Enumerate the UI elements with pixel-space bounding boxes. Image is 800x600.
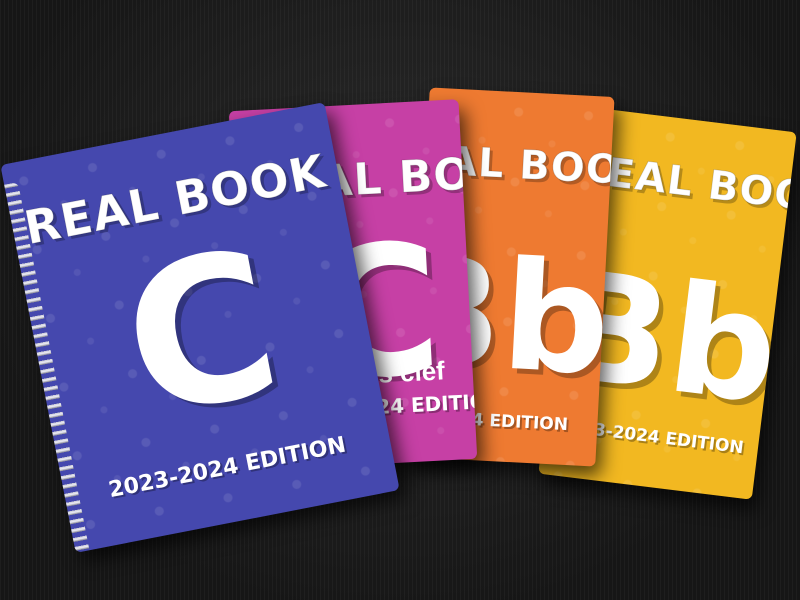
real-book-covers: REAL BOOK Bb 2023-2024 EDITION REAL BOOK…	[0, 0, 800, 600]
